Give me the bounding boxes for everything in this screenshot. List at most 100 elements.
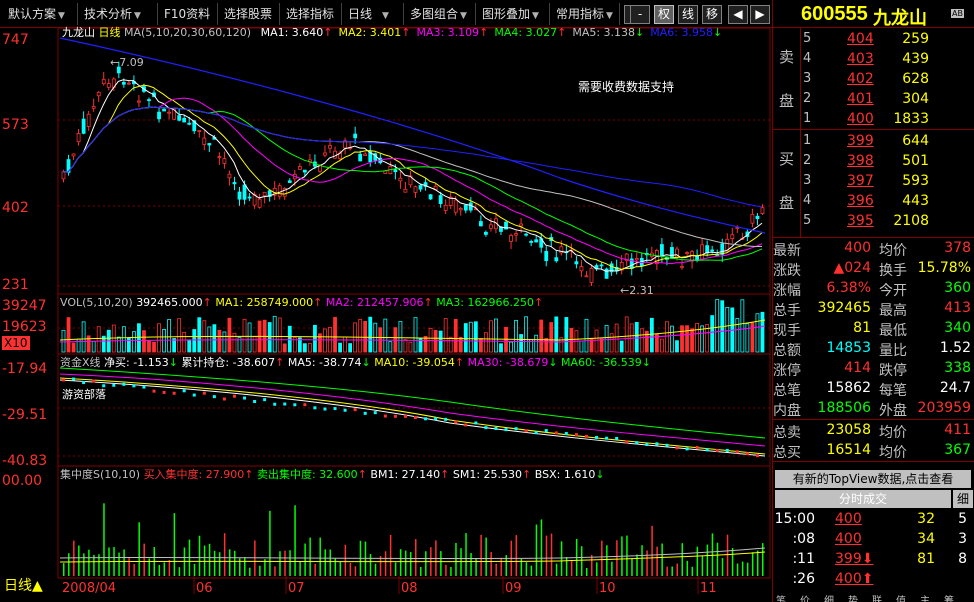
topview-banner[interactable]: 有新的TopView数据,点击查看 [775, 470, 971, 488]
volume-bar [227, 317, 232, 353]
menu-default-scheme[interactable]: 默认方案 ▼ [4, 3, 78, 25]
rights-button[interactable]: 权 [654, 5, 674, 24]
candle-body [287, 180, 292, 183]
funds-bar [464, 423, 468, 427]
concentration-bar [540, 519, 543, 576]
bottom-tab[interactable]: 细 [824, 592, 834, 602]
funds-bar [685, 447, 689, 451]
chart-area[interactable]: 九龙山 日线 MA(5,10,20,30,60,120) MA1: 3.640↑… [0, 26, 772, 602]
trades-detail-tab[interactable]: 细 [953, 490, 973, 508]
funds-bar [574, 433, 578, 437]
concentration-bar [193, 563, 196, 576]
menu-select-stock[interactable]: 选择股票 [220, 3, 280, 25]
bottom-tab[interactable]: 势 [848, 592, 858, 602]
zoom-out-button[interactable]: - [630, 5, 650, 24]
order-book-row[interactable]: 4 396 443 [803, 192, 973, 212]
volume-bar [624, 316, 629, 353]
bottom-tab[interactable]: 价 [800, 592, 810, 602]
concentration-bar [203, 545, 206, 576]
order-book-row[interactable]: 1 399 644 [803, 132, 973, 152]
volume-bar [277, 317, 282, 353]
concentration-bar [535, 524, 538, 576]
concentration-bar [445, 564, 447, 576]
menu-f10[interactable]: F10资料 [160, 3, 218, 25]
funds-bar [202, 391, 206, 395]
ma-value: MA2: 3.401 [338, 26, 402, 39]
order-book-row[interactable]: 2 401 304 [803, 90, 973, 110]
order-book-row[interactable]: 3 397 593 [803, 172, 973, 192]
menu-period[interactable]: 日线 ▼ [344, 3, 404, 25]
order-book-row[interactable]: 4 403 439 [803, 50, 973, 70]
funds-bar [273, 402, 277, 406]
candle-body [363, 153, 368, 156]
trade-row: :26 400⬆ [792, 571, 874, 587]
volume-bar [584, 318, 589, 353]
volume-bar [282, 343, 287, 353]
order-book-row[interactable]: 3 402 628 [803, 70, 973, 90]
volume-bar [71, 342, 76, 353]
volume-bar [544, 337, 549, 353]
concentration-bar [289, 550, 291, 576]
bottom-tab[interactable]: 筹 [944, 592, 954, 602]
concentration-bar [646, 550, 648, 576]
menu-select-indicator[interactable]: 选择指标 [282, 3, 342, 25]
menu-multi-chart[interactable]: 多图组合 ▼ [406, 3, 476, 25]
concentration-bar [369, 554, 372, 576]
order-book-row[interactable]: 5 395 2108 [803, 212, 973, 232]
trades-title[interactable]: 分时成交 [775, 490, 951, 508]
concentration-bar [585, 567, 588, 576]
concentration-bar [756, 550, 759, 576]
totals-table: 总卖 23058 均价 411 总买 16514 均价 367 [773, 420, 974, 462]
bottom-tab[interactable]: 笔 [776, 592, 786, 602]
funds-bar [182, 389, 186, 393]
bottom-tab[interactable]: 联 [872, 592, 882, 602]
candle-body [463, 204, 468, 211]
funds-bar [293, 403, 297, 407]
bottom-tab[interactable]: 值 [896, 592, 906, 602]
line-button[interactable]: 线 [678, 5, 698, 24]
move-button[interactable]: 移 [702, 5, 722, 24]
funds-bar [353, 408, 357, 412]
concentration-bar [515, 535, 518, 576]
volume-bar [217, 329, 222, 353]
bottom-tab[interactable]: 主 [920, 592, 930, 602]
candle-body [489, 224, 493, 229]
menu-overlay[interactable]: 图形叠加 ▼ [478, 3, 550, 25]
concentration-bar [319, 537, 321, 576]
main-chart-title: 九龙山 [62, 26, 95, 39]
candle-body [167, 111, 172, 114]
menu-common-indicators[interactable]: 常用指标 ▼ [552, 3, 620, 25]
kline-chart[interactable] [0, 28, 772, 602]
concentration-bar [218, 552, 221, 576]
order-book-row[interactable]: 1 400 1833 [803, 110, 973, 130]
candle-body [71, 153, 76, 157]
concentration-bar [128, 558, 130, 576]
ma-value: MA4: 3.027 [494, 26, 558, 39]
concentration-bar [555, 563, 558, 576]
order-book-row[interactable]: 2 398 501 [803, 152, 973, 172]
volume-bar [157, 323, 161, 353]
volume-bar [579, 340, 584, 353]
concentration-bar [329, 549, 332, 576]
candle-body [96, 91, 101, 97]
volume-bar [478, 338, 483, 353]
funds-bar [434, 417, 438, 421]
concentration-bar [736, 563, 739, 576]
candle-body [710, 249, 715, 252]
ma-value: MA1: 3.640 [260, 26, 324, 39]
volume-bar [554, 316, 559, 353]
ab-badge[interactable]: AB [951, 9, 964, 18]
funds-bar [524, 429, 528, 433]
funds-bar [595, 435, 599, 439]
funds-bar [192, 393, 196, 397]
prev-button[interactable]: ◀ [728, 5, 748, 24]
quote-row: 涨停 414 跌停 338 [773, 360, 971, 379]
order-book-row[interactable]: 5 404 259 [803, 30, 973, 50]
menu-tech-analysis[interactable]: 技术分析 ▼ [80, 3, 158, 25]
candle-body [478, 221, 483, 227]
candle-body [519, 223, 523, 227]
concentration-bar [198, 535, 201, 576]
quote-row: 内盘 188506 外盘 203959 [773, 400, 971, 419]
candle-body [413, 186, 418, 193]
next-button[interactable]: ▶ [750, 5, 770, 24]
